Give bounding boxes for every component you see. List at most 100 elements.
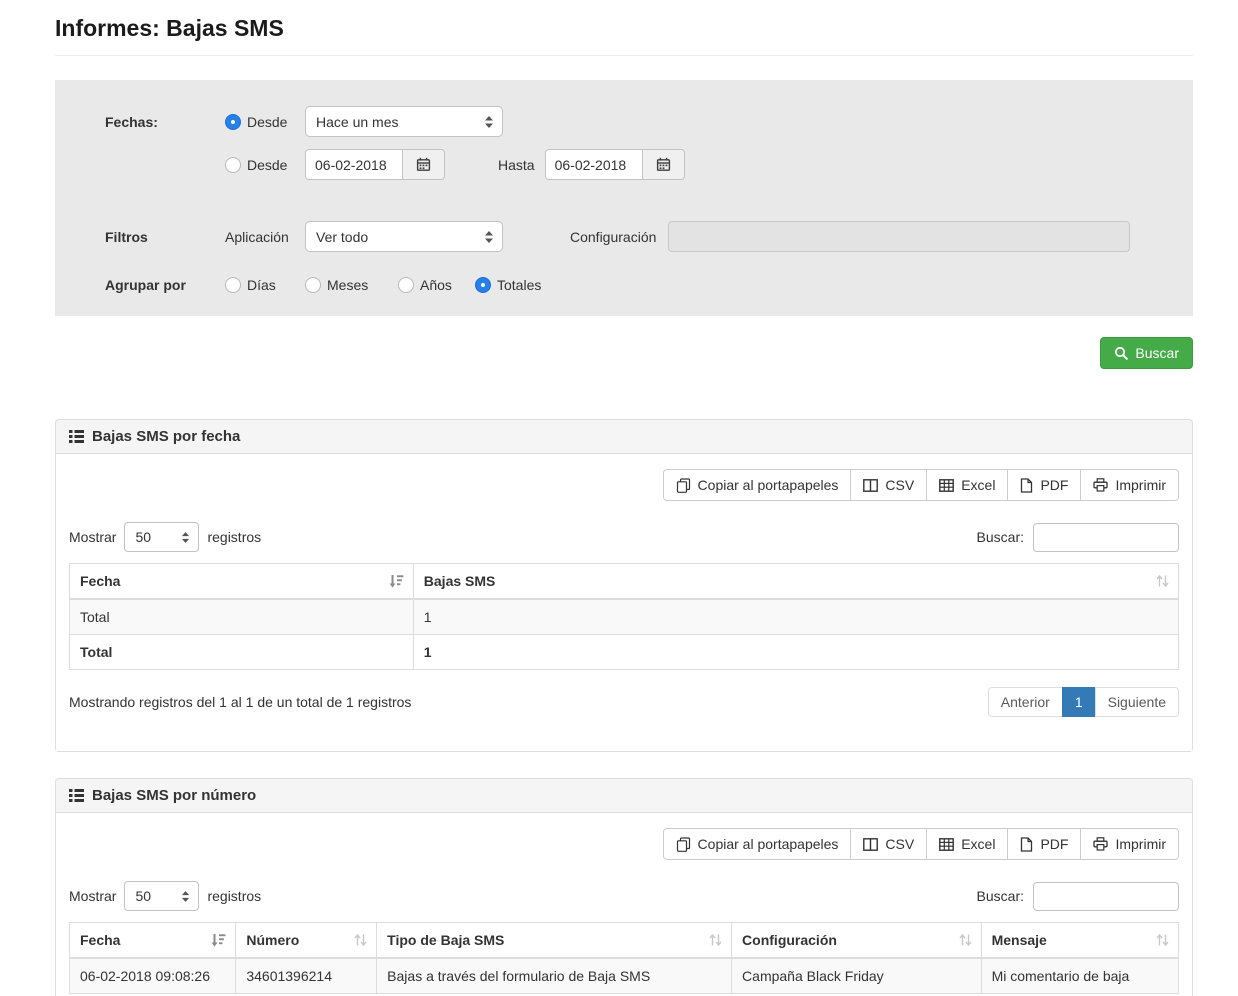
print-button-label: Imprimir <box>1115 477 1166 493</box>
mostrar-label: Mostrar <box>69 888 116 904</box>
panel-bajas-por-fecha: Bajas SMS por fecha Copiar al portapapel… <box>55 419 1193 752</box>
column-header-configuracion[interactable]: Configuración <box>732 923 982 959</box>
footer-cell-bajas: 1 <box>413 635 1178 670</box>
panel-fecha-heading: Bajas SMS por fecha <box>56 420 1192 454</box>
pdf-button[interactable]: PDF <box>1007 828 1081 860</box>
pagination-prev[interactable]: Anterior <box>988 687 1063 717</box>
copy-button-label: Copiar al portapapeles <box>698 836 839 852</box>
copy-button-label: Copiar al portapapeles <box>698 477 839 493</box>
table-footer-row: Total 1 <box>70 635 1179 670</box>
buscar-button[interactable]: Buscar <box>1100 337 1193 369</box>
date-to-input[interactable] <box>545 149 643 180</box>
radio-totales[interactable]: Totales <box>475 277 541 293</box>
page-size-select[interactable]: 50 <box>124 881 199 911</box>
radio-unselected-icon[interactable] <box>225 277 241 293</box>
sort-both-icon <box>354 934 367 947</box>
panel-numero-heading: Bajas SMS por número <box>56 779 1192 813</box>
csv-button[interactable]: CSV <box>850 828 927 860</box>
radio-unselected-icon[interactable] <box>305 277 321 293</box>
print-button[interactable]: Imprimir <box>1080 828 1179 860</box>
records-info: Mostrando registros del 1 al 1 de un tot… <box>69 694 411 710</box>
date-to-calendar-button[interactable] <box>643 149 685 180</box>
search-icon <box>1114 346 1129 361</box>
copy-icon <box>676 478 691 493</box>
copy-button[interactable]: Copiar al portapapeles <box>663 469 852 501</box>
excel-button[interactable]: Excel <box>926 828 1008 860</box>
hasta-label: Hasta <box>498 157 535 173</box>
sort-both-icon <box>959 934 972 947</box>
list-icon <box>69 789 84 802</box>
select-arrows-icon <box>484 230 494 244</box>
pagination-next[interactable]: Siguiente <box>1095 687 1179 717</box>
quick-range-select[interactable]: Hace un mes <box>305 106 503 137</box>
sort-both-icon <box>1156 575 1169 588</box>
footer-cell-fecha: Total <box>70 635 414 670</box>
print-button[interactable]: Imprimir <box>1080 469 1179 501</box>
column-header-bajas-sms[interactable]: Bajas SMS <box>413 564 1178 600</box>
radio-dias-label: Días <box>247 277 276 293</box>
csv-button-label: CSV <box>885 836 914 852</box>
page-header: Informes: Bajas SMS <box>55 0 1193 56</box>
pdf-button[interactable]: PDF <box>1007 469 1081 501</box>
page-title: Informes: Bajas SMS <box>55 15 1193 42</box>
fechas-label: Fechas: <box>105 114 225 130</box>
table-buscar-label: Buscar: <box>977 529 1024 545</box>
column-header-fecha[interactable]: Fecha <box>70 564 414 600</box>
agrupar-label: Agrupar por <box>105 277 225 293</box>
sort-both-icon <box>1156 934 1169 947</box>
radio-dias[interactable]: Días <box>225 277 305 293</box>
table-footer-controls: Mostrando registros del 1 al 1 de un tot… <box>69 687 1179 717</box>
search-button-row: Buscar <box>55 337 1193 369</box>
copy-button[interactable]: Copiar al portapapeles <box>663 828 852 860</box>
table-row: Total 1 <box>70 599 1179 635</box>
date-to-group <box>545 149 685 180</box>
sort-desc-icon <box>389 575 404 588</box>
filter-row-filtros: Filtros Aplicación Ver todo Configuració… <box>105 221 1193 252</box>
excel-button-label: Excel <box>961 836 995 852</box>
column-header-fecha[interactable]: Fecha <box>70 923 236 959</box>
column-header-tipo[interactable]: Tipo de Baja SMS <box>377 923 732 959</box>
pagination-page-1[interactable]: 1 <box>1062 687 1096 717</box>
radio-anos[interactable]: Años <box>398 277 475 293</box>
radio-selected-icon[interactable] <box>475 277 491 293</box>
radio-desde-range[interactable]: Desde <box>225 157 305 173</box>
table-controls: Mostrar 50 registros Buscar: <box>69 522 1179 552</box>
table-search-input[interactable] <box>1033 523 1179 552</box>
table-controls: Mostrar 50 registros Buscar: <box>69 881 1179 911</box>
radio-meses[interactable]: Meses <box>305 277 398 293</box>
cell-fecha: 06-02-2018 09:08:26 <box>70 958 236 994</box>
cell-tipo: Bajas a través del formulario de Baja SM… <box>377 958 732 994</box>
pdf-icon <box>1020 837 1033 852</box>
csv-button[interactable]: CSV <box>850 469 927 501</box>
bajas-por-fecha-table: Fecha Bajas SMS Total 1 <box>69 563 1179 670</box>
column-header-mensaje[interactable]: Mensaje <box>981 923 1178 959</box>
radio-selected-icon[interactable] <box>225 114 241 130</box>
excel-button[interactable]: Excel <box>926 469 1008 501</box>
select-arrows-icon <box>181 531 190 544</box>
cell-bajas: 1 <box>413 599 1178 635</box>
pdf-icon <box>1020 478 1033 493</box>
radio-unselected-icon[interactable] <box>225 157 241 173</box>
date-from-input[interactable] <box>305 149 403 180</box>
panel-numero-title: Bajas SMS por número <box>92 787 256 804</box>
filtros-label: Filtros <box>105 229 225 245</box>
radio-desde-quick-label: Desde <box>247 114 287 130</box>
excel-icon <box>939 479 954 492</box>
export-toolbar: Copiar al portapapeles CSV Excel PDF <box>69 828 1179 860</box>
radio-desde-range-label: Desde <box>247 157 287 173</box>
excel-icon <box>939 838 954 851</box>
radio-unselected-icon[interactable] <box>398 277 414 293</box>
print-button-label: Imprimir <box>1115 836 1166 852</box>
aplicacion-select[interactable]: Ver todo <box>305 221 503 252</box>
radio-totales-label: Totales <box>497 277 541 293</box>
radio-anos-label: Años <box>420 277 452 293</box>
radio-desde-quick[interactable]: Desde <box>225 114 305 130</box>
csv-icon <box>863 479 878 492</box>
date-from-calendar-button[interactable] <box>403 149 445 180</box>
column-header-numero[interactable]: Número <box>236 923 377 959</box>
page-size-select[interactable]: 50 <box>124 522 199 552</box>
pagination: Anterior 1 Siguiente <box>988 687 1179 717</box>
table-search-input[interactable] <box>1033 882 1179 911</box>
pdf-button-label: PDF <box>1040 477 1068 493</box>
configuracion-input[interactable] <box>668 221 1130 252</box>
